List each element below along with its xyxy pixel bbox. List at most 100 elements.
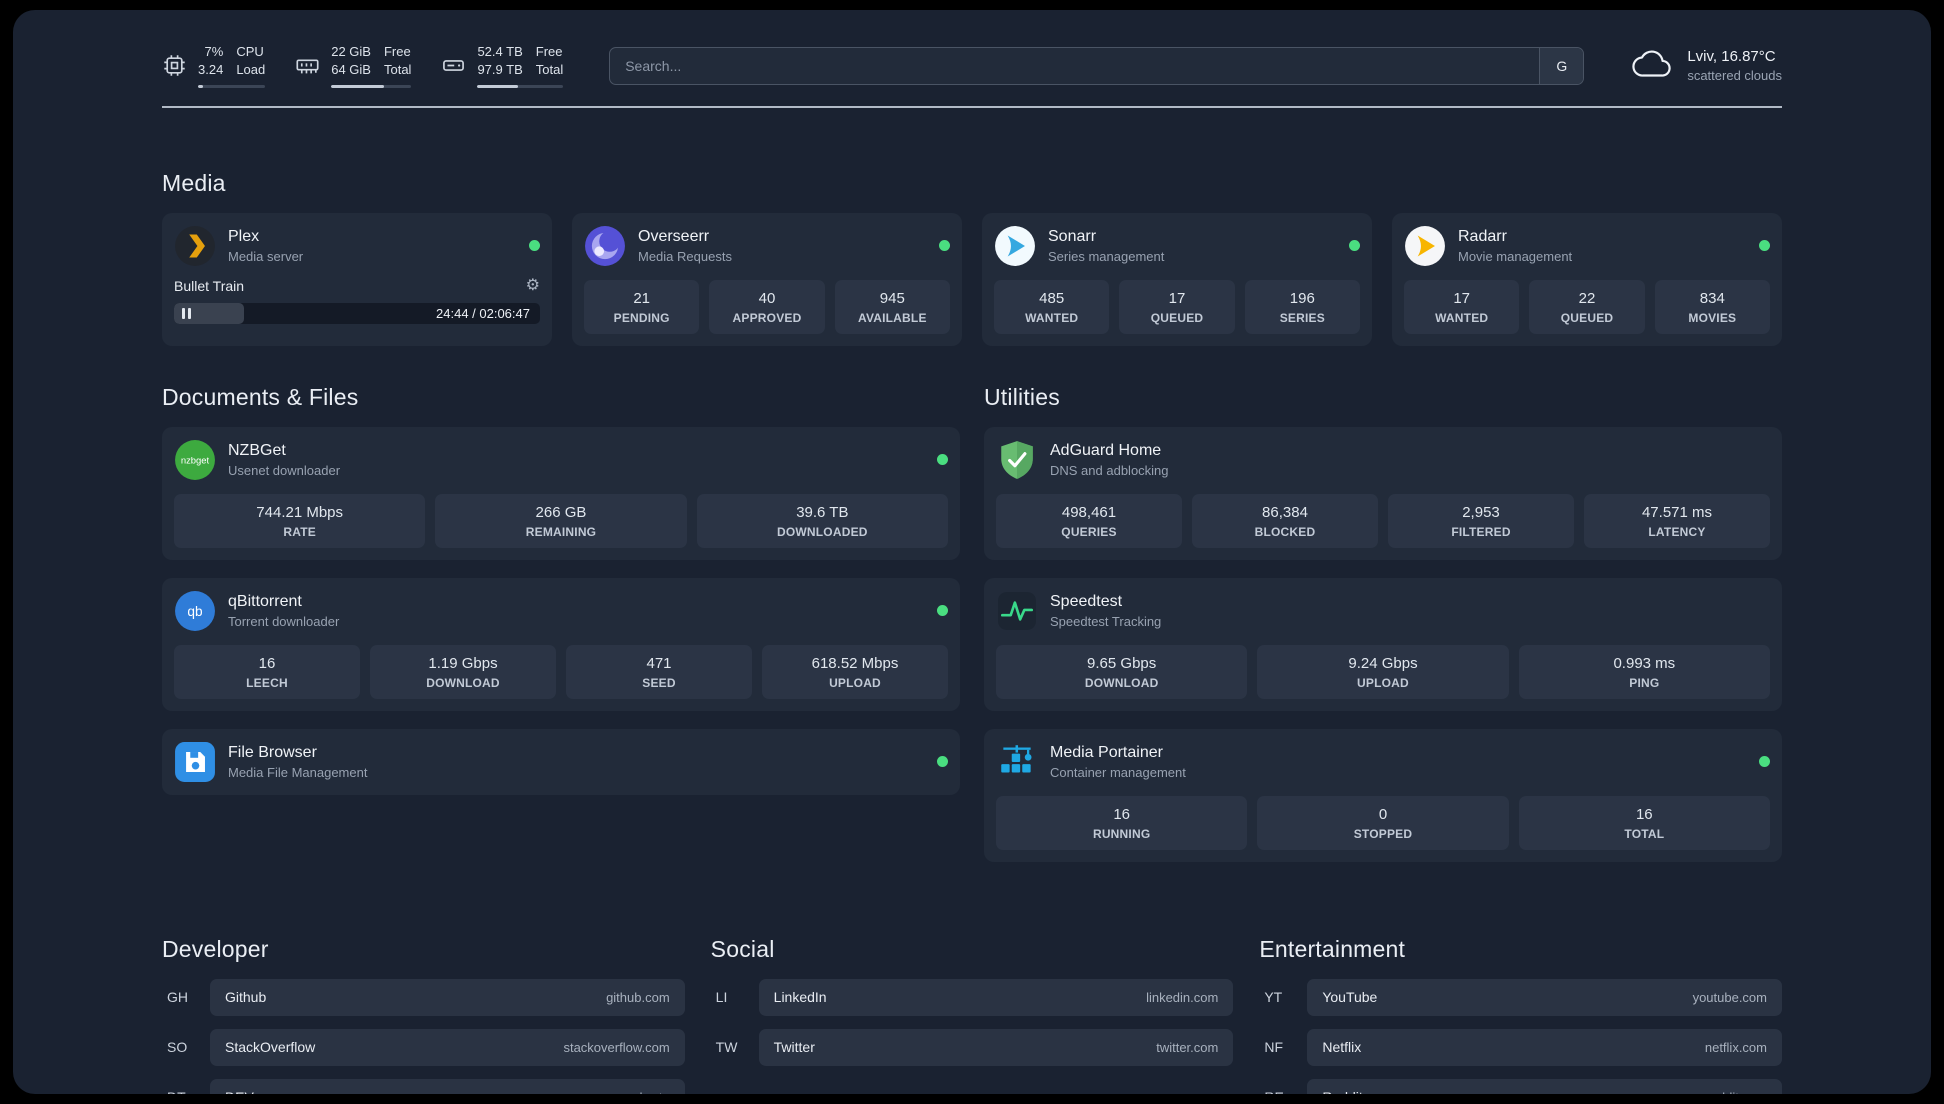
app-name: Radarr xyxy=(1458,227,1507,245)
app-card-speedtest[interactable]: Speedtest Speedtest Tracking 9.65 Gbps DOWN… xyxy=(984,577,1782,711)
stat-value: 40 xyxy=(758,289,776,307)
stat-value: 47.571 ms xyxy=(1641,503,1713,521)
stat-queued: 17 QUEUED xyxy=(1119,279,1235,334)
bookmark-abbr: DT xyxy=(162,1089,210,1094)
app-card-file-browser[interactable]: File Browser Media File Management xyxy=(162,728,960,795)
metric-values: 22 GiB 64 GiB xyxy=(331,44,371,79)
app-card-text: NZBGet Usenet downloader xyxy=(228,442,340,478)
app-card-plex[interactable]: Plex Media server Bullet Train ⚙ 24:44 / 02:… xyxy=(162,212,552,346)
app-card-nzbget[interactable]: nzbget NZBGet Usenet downloader 744.21 Mbps… xyxy=(162,426,960,560)
stat-label: STOPPED xyxy=(1353,826,1413,841)
bookmark-name: Reddit xyxy=(1322,1089,1362,1094)
stat-download: 9.65 Gbps DOWNLOAD xyxy=(996,644,1248,699)
bookmark-link-twitter[interactable]: Twitter twitter.com xyxy=(758,1028,1234,1066)
stat-value: 471 xyxy=(646,654,672,672)
stat-value: 744.21 Mbps xyxy=(256,503,344,521)
middle-columns: Documents & Files nzbget NZBGet Usenet dow… xyxy=(162,384,1782,862)
radarr-icon xyxy=(1404,225,1446,267)
status-dot xyxy=(937,454,948,465)
search-bar: G xyxy=(609,46,1585,85)
bookmarks-area: Developer GH Github github.com SO StackOverfl… xyxy=(162,935,1782,1095)
bookmark-url: netflix.com xyxy=(1704,1039,1767,1055)
stat-upload: 618.52 Mbps UPLOAD xyxy=(762,644,948,699)
bookmark-link-stackoverflow[interactable]: StackOverflow stackoverflow.com xyxy=(210,1028,685,1066)
bookmark-youtube: YT YouTube youtube.com xyxy=(1259,978,1782,1016)
metric-value: 22 GiB xyxy=(331,44,371,59)
stat-value: 16 xyxy=(1635,805,1653,823)
stat-queued: 22 QUEUED xyxy=(1529,279,1645,334)
app-card-text: Overseerr Media Requests xyxy=(638,228,732,264)
stat-value: 16 xyxy=(258,654,276,672)
bookmark-link-linkedin[interactable]: LinkedIn linkedin.com xyxy=(758,978,1234,1016)
cloud-icon xyxy=(1630,50,1674,81)
app-card-radarr[interactable]: Radarr Movie management 17 WANTED 22 QUEUED 83… xyxy=(1392,212,1782,346)
metric-body: 7% 3.24 CPU Load xyxy=(198,44,266,88)
stat-label: PING xyxy=(1629,675,1660,690)
speedtest-icon xyxy=(996,590,1038,632)
now-playing-title: Bullet Train xyxy=(174,277,245,294)
cpu-icon xyxy=(162,53,187,78)
metric-progress-fill xyxy=(331,84,385,88)
search-engine-button[interactable]: G xyxy=(1539,47,1584,84)
app-card-overseerr[interactable]: Overseerr Media Requests 21 PENDING 40 APPROV… xyxy=(572,212,962,346)
playback-progress-bar[interactable]: 24:44 / 02:06:47 xyxy=(174,302,540,324)
app-card-header: Media Portainer Container management xyxy=(996,741,1770,783)
metric-label: CPU xyxy=(236,44,264,59)
app-card-header: AdGuard Home DNS and adblocking xyxy=(996,439,1770,481)
bookmark-name: Github xyxy=(225,989,267,1005)
metric-label: Total xyxy=(383,62,412,78)
bookmark-link-github[interactable]: Github github.com xyxy=(210,978,685,1016)
stat-value: 9.65 Gbps xyxy=(1087,654,1157,672)
weather-widget: Lviv, 16.87°C scattered clouds xyxy=(1630,48,1782,83)
bookmark-group-title: Entertainment xyxy=(1259,935,1406,962)
metric-value: 52.4 TB xyxy=(477,44,523,59)
bookmark-dev: DT DEV dev.to xyxy=(162,1078,685,1094)
bookmark-url: reddit.com xyxy=(1706,1090,1767,1095)
bookmark-link-dev[interactable]: DEV dev.to xyxy=(210,1078,685,1094)
app-card-header: Sonarr Series management xyxy=(994,225,1360,267)
app-description: Media server xyxy=(228,248,304,264)
stat-label: QUEUED xyxy=(1150,310,1204,325)
stat-running: 16 RUNNING xyxy=(996,795,1248,850)
app-card-sonarr[interactable]: Sonarr Series management 485 WANTED 17 QUEUED… xyxy=(982,212,1372,346)
bookmark-group-title: Social xyxy=(710,935,775,962)
stat-value: 21 xyxy=(633,289,650,307)
metric-label: Free xyxy=(383,44,411,59)
stat-label: MOVIES xyxy=(1688,310,1737,325)
stat-total: 16 TOTAL xyxy=(1518,795,1770,850)
stat-label: QUEUED xyxy=(1560,310,1614,325)
app-card-media-portainer[interactable]: Media Portainer Container management 16 RUN… xyxy=(984,728,1782,862)
pause-icon[interactable] xyxy=(182,307,191,319)
stat-label: FILTERED xyxy=(1451,524,1511,539)
app-name: Sonarr xyxy=(1048,227,1097,245)
stat-available: 945 AVAILABLE xyxy=(834,279,950,334)
stat-label: APPROVED xyxy=(732,310,802,325)
status-dot xyxy=(1349,240,1360,251)
stat-label: LEECH xyxy=(246,675,288,690)
app-card-text: Radarr Movie management xyxy=(1458,228,1572,264)
stat-value: 0 xyxy=(1378,805,1388,823)
bookmark-link-youtube[interactable]: YouTube youtube.com xyxy=(1307,978,1782,1016)
app-card-adguard-home[interactable]: AdGuard Home DNS and adblocking 498,461 QUE… xyxy=(984,426,1782,560)
adguard-icon xyxy=(996,439,1038,481)
metric-labels: Free Total xyxy=(536,44,563,79)
stat-series: 196 SERIES xyxy=(1244,279,1360,334)
app-name: Speedtest xyxy=(1050,592,1123,610)
bookmark-github: GH Github github.com xyxy=(162,978,685,1016)
bookmark-link-netflix[interactable]: Netflix netflix.com xyxy=(1307,1028,1782,1066)
app-name: Plex xyxy=(228,227,260,245)
stat-value: 16 xyxy=(1113,805,1130,823)
metric-labels: CPU Load xyxy=(236,44,265,79)
svg-text:nzbget: nzbget xyxy=(181,455,210,466)
sonarr-icon xyxy=(994,225,1036,267)
weather-location: Lviv, 16.87°C xyxy=(1687,48,1776,66)
section-title-utilities: Utilities xyxy=(984,383,1060,410)
search-input[interactable] xyxy=(610,47,1540,84)
gear-icon[interactable]: ⚙ xyxy=(526,277,540,294)
stat-download: 1.19 Gbps DOWNLOAD xyxy=(370,644,556,699)
documents-cards: nzbget NZBGet Usenet downloader 744.21 Mbps… xyxy=(162,426,960,795)
app-card-qbittorrent[interactable]: qb qBittorrent Torrent downloader 16 LEECH 1.… xyxy=(162,577,960,711)
stat-stopped: 0 STOPPED xyxy=(1257,795,1509,850)
stat-value: 834 xyxy=(1699,289,1725,307)
bookmark-link-reddit[interactable]: Reddit reddit.com xyxy=(1307,1078,1782,1095)
